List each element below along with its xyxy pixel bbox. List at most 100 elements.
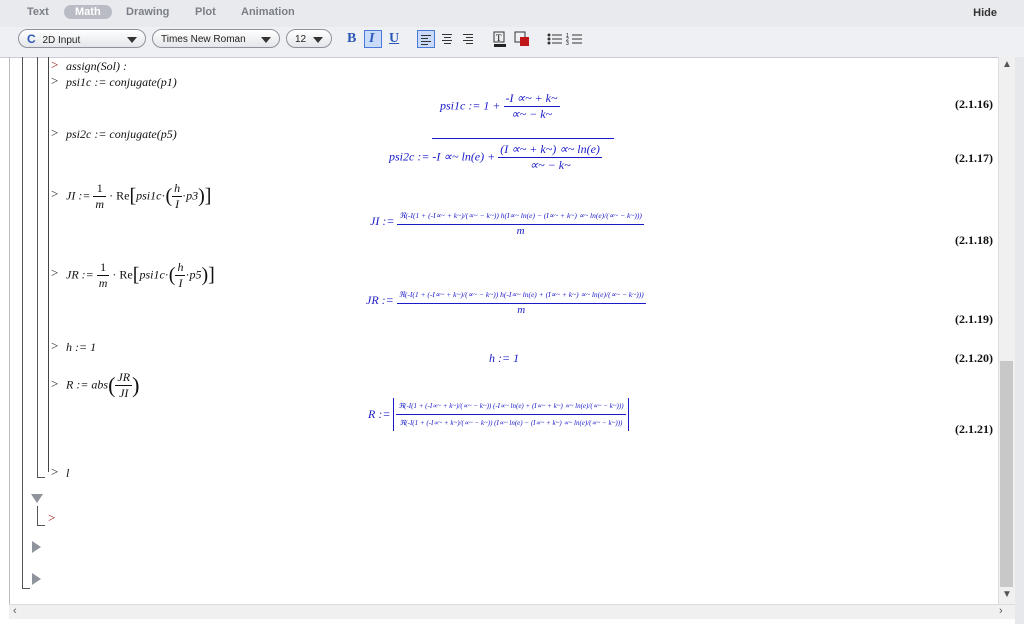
- input-mode-dropdown[interactable]: C 2D Input: [18, 29, 146, 48]
- worksheet-left-border: [9, 57, 10, 605]
- tab-plot[interactable]: Plot: [195, 6, 216, 18]
- scrollbar-thumb[interactable]: [1000, 361, 1013, 587]
- scroll-left-icon[interactable]: ‹: [13, 605, 17, 617]
- psi1c-symbol: psi1c: [136, 188, 162, 203]
- input-prompt[interactable]: >: [48, 510, 55, 526]
- numerator: 1: [93, 181, 107, 197]
- bullet-list-button[interactable]: [546, 30, 564, 48]
- collapse-section-icon[interactable]: [31, 494, 43, 503]
- equation-label: (2.1.17): [955, 151, 993, 165]
- numerator: ℜ(-I(1 + (-I∝~ + k~)/(∝~ − k~)) h(I∝~ ln…: [397, 207, 644, 225]
- svg-text:3: 3: [566, 41, 569, 47]
- psi1c-symbol: psi1c: [139, 267, 165, 282]
- bold-button[interactable]: B: [347, 31, 356, 47]
- vertical-scrollbar[interactable]: ▲ ▼: [998, 57, 1015, 604]
- output-JR: JR := ℜ(-I(1 + (-I∝~ + k~)/(∝~ − k~)) h(…: [366, 286, 646, 316]
- align-right-icon: [463, 34, 473, 46]
- fraction: -I ∝~ + k~ ∝~ − k~: [503, 91, 560, 122]
- command-lhs: JI :=: [66, 188, 91, 203]
- numerator: (I ∝~ + k~) ∝~ ln(e): [498, 142, 602, 158]
- denominator: m: [517, 304, 526, 316]
- italic-button[interactable]: I: [364, 30, 382, 48]
- active-input-cursor[interactable]: l: [66, 466, 69, 481]
- numerator: h: [172, 181, 183, 197]
- output-h: h := 1: [489, 351, 520, 365]
- tab-text[interactable]: Text: [27, 6, 49, 18]
- numbered-list-icon: 123: [566, 33, 582, 47]
- input-prompt: >: [51, 338, 59, 353]
- real-part-function: Re: [119, 267, 133, 282]
- command-JR[interactable]: JR := 1 m · Re[psi1c·(h I ·p5)]: [66, 260, 215, 291]
- scroll-right-icon[interactable]: ›: [999, 605, 1003, 617]
- output-lhs: R :=: [368, 407, 391, 421]
- numerator: -I ∝~ + k~: [503, 91, 560, 107]
- window-right-edge: [1015, 57, 1024, 624]
- conjugate-overbar: [432, 138, 614, 139]
- execution-group-bracket: [48, 57, 49, 472]
- input-mode-value: 2D Input: [42, 35, 81, 46]
- numbered-list-button[interactable]: 123: [566, 30, 584, 48]
- input-mode-icon: C: [27, 32, 36, 46]
- expand-section-icon[interactable]: [32, 541, 41, 553]
- section-bracket-end: [37, 525, 45, 526]
- font-size-dropdown[interactable]: 12: [286, 29, 332, 48]
- scroll-down-icon[interactable]: ▼: [1002, 589, 1012, 600]
- hide-button[interactable]: Hide: [973, 7, 997, 19]
- input-prompt: >: [51, 125, 59, 140]
- scroll-up-icon[interactable]: ▲: [1002, 59, 1012, 70]
- align-left-button[interactable]: [417, 30, 435, 48]
- output-psi1c: psi1c := 1 + -I ∝~ + k~ ∝~ − k~: [440, 91, 560, 122]
- command-assign[interactable]: assign(Sol) :: [66, 59, 127, 74]
- fraction: ℜ(-I(1 + (-I∝~ + k~)/(∝~ − k~)) h(-I∝~ l…: [396, 286, 646, 316]
- command-JI[interactable]: JI := 1 m · Re[psi1c·(h I ·p3)]: [66, 181, 211, 212]
- input-prompt: >: [51, 57, 59, 72]
- denominator: m: [516, 225, 525, 237]
- align-center-button[interactable]: [439, 30, 457, 48]
- align-right-button[interactable]: [460, 30, 478, 48]
- input-prompt: >: [51, 186, 59, 201]
- tab-math[interactable]: Math: [64, 5, 112, 19]
- font-value: Times New Roman: [161, 34, 246, 45]
- output-JI: JI := ℜ(-I(1 + (-I∝~ + k~)/(∝~ − k~)) h(…: [370, 207, 644, 237]
- underline-button[interactable]: U: [389, 31, 399, 47]
- tab-drawing[interactable]: Drawing: [126, 6, 169, 18]
- fraction: JR JI: [115, 370, 133, 401]
- denominator: ℜ(-I(1 + (-I∝~ + k~)/(∝~ − k~)) (I∝~ ln(…: [399, 419, 623, 427]
- context-tab-bar: Text Math Drawing Plot Animation Hide: [0, 0, 1024, 28]
- text-color-button[interactable]: T: [492, 30, 510, 48]
- format-toolbar: C 2D Input Times New Roman 12 B I U T 12…: [0, 27, 1024, 58]
- command-psi1c[interactable]: psi1c := conjugate(p1): [66, 75, 177, 90]
- command-psi2c[interactable]: psi2c := conjugate(p5): [66, 127, 177, 142]
- expand-section-icon[interactable]: [32, 573, 41, 585]
- equation-label: (2.1.16): [955, 97, 993, 111]
- output-lhs: JI :=: [370, 213, 395, 228]
- input-prompt: >: [51, 265, 59, 280]
- section-bracket-inner: [37, 57, 38, 478]
- highlight-color-button[interactable]: [513, 30, 531, 48]
- command-h[interactable]: h := 1: [66, 340, 96, 355]
- p5-symbol: p5: [189, 267, 202, 282]
- command-lhs: R := abs: [66, 377, 109, 392]
- tab-animation[interactable]: Animation: [241, 6, 295, 18]
- fraction: ℜ(-I(1 + (-I∝~ + k~)/(∝~ − k~)) (-I∝~ ln…: [396, 398, 626, 431]
- fraction: ℜ(-I(1 + (-I∝~ + k~)/(∝~ − k~)) h(I∝~ ln…: [397, 207, 644, 237]
- command-R[interactable]: R := abs(JR JI): [66, 370, 139, 401]
- text-color-icon: T: [493, 31, 506, 47]
- italic-label: I: [369, 31, 375, 46]
- absolute-value-bars: ℜ(-I(1 + (-I∝~ + k~)/(∝~ − k~)) (-I∝~ ln…: [393, 398, 629, 431]
- numerator: ℜ(-I(1 + (-I∝~ + k~)/(∝~ − k~)) (-I∝~ ln…: [396, 398, 626, 415]
- horizontal-scrollbar[interactable]: ‹ ›: [9, 604, 1015, 619]
- numerator: ℜ(-I(1 + (-I∝~ + k~)/(∝~ − k~)) h(-I∝~ l…: [396, 286, 646, 304]
- fraction: hI: [175, 260, 186, 291]
- font-dropdown[interactable]: Times New Roman: [152, 29, 280, 48]
- fraction: 1 m: [96, 260, 110, 291]
- denominator: I: [178, 276, 183, 290]
- input-prompt: >: [51, 464, 59, 479]
- input-prompt: >: [51, 376, 59, 391]
- fraction: 1 m: [93, 181, 107, 212]
- equation-label: (2.1.19): [955, 312, 993, 326]
- svg-text:T: T: [496, 33, 502, 43]
- fraction: hI: [172, 181, 183, 212]
- bullet-list-icon: [547, 33, 562, 45]
- section-bracket-outer-end: [22, 588, 30, 589]
